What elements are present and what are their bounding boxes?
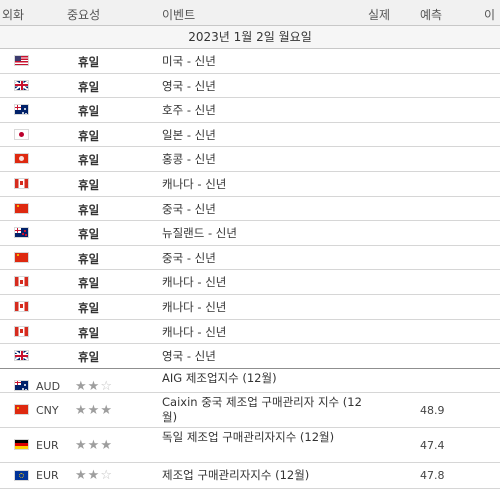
flag-gb-icon (15, 351, 28, 361)
holiday-label: 휴일 (78, 79, 100, 94)
holiday-label: 휴일 (78, 177, 100, 192)
event-name[interactable]: AIG 제조업지수 (12월) (162, 371, 362, 386)
event-name[interactable]: 홍콩 - 신년 (162, 152, 362, 167)
header-importance[interactable]: 중요성 (67, 6, 100, 23)
holiday-label: 휴일 (78, 227, 100, 242)
holiday-label: 휴일 (78, 104, 100, 119)
event-name[interactable]: 캐나다 - 신년 (162, 275, 362, 290)
event-name[interactable]: Caixin 중국 제조업 구매관리자 지수 (12월) (162, 395, 362, 425)
table-row[interactable]: 휴일 중국 - 신년 (0, 246, 500, 271)
table-row[interactable]: CNY ★★★ Caixin 중국 제조업 구매관리자 지수 (12월) 48.9 (0, 393, 500, 429)
forecast-value: 47.4 (420, 439, 445, 453)
star-icon: ★ (75, 438, 88, 454)
table-row[interactable]: 휴일 뉴질랜드 - 신년 (0, 221, 500, 246)
holiday-label: 휴일 (78, 202, 100, 217)
table-row[interactable]: AUD ★★☆ AIG 제조업지수 (12월) (0, 369, 500, 394)
flag-gb-icon (15, 80, 28, 90)
event-name[interactable]: 중국 - 신년 (162, 251, 362, 266)
event-name[interactable]: 독일 제조업 구매관리자지수 (12월) (162, 430, 362, 445)
flag-nz-icon (15, 228, 28, 238)
event-name[interactable]: 영국 - 신년 (162, 349, 362, 364)
star-icon: ★ (87, 403, 101, 419)
table-row[interactable]: 휴일 호주 - 신년 (0, 98, 500, 123)
event-name[interactable]: 캐나다 - 신년 (162, 177, 362, 192)
holiday-label: 휴일 (78, 128, 100, 143)
currency-code: AUD (36, 379, 61, 393)
table-row[interactable]: 휴일 캐나다 - 신년 (0, 295, 500, 320)
currency-code: EUR (36, 469, 59, 483)
holiday-label: 휴일 (78, 325, 100, 340)
event-name[interactable]: 호주 - 신년 (162, 103, 362, 118)
star-icon: ★ (87, 378, 101, 394)
star-icon: ★ (87, 438, 101, 454)
holiday-label: 휴일 (78, 350, 100, 365)
table-row[interactable]: 휴일 영국 - 신년 (0, 344, 500, 369)
table-row[interactable]: 휴일 캐나다 - 신년 (0, 270, 500, 295)
economic-calendar: 외화 중요성 이벤트 실제 예측 이 2023년 1월 2일 월요일 휴일 미국 … (0, 0, 500, 490)
flag-au-icon (15, 380, 28, 390)
table-row[interactable]: 휴일 중국 - 신년 (0, 197, 500, 222)
flag-ca-icon (15, 326, 28, 336)
importance-stars: ★★☆ (75, 379, 113, 394)
star-icon: ★ (100, 438, 113, 454)
importance-stars: ★★★ (75, 438, 113, 453)
event-name[interactable]: 캐나다 - 신년 (162, 300, 362, 315)
flag-cn-icon (15, 405, 28, 415)
event-name[interactable]: 뉴질랜드 - 신년 (162, 226, 362, 241)
holiday-label: 휴일 (78, 276, 100, 291)
table-row[interactable]: 휴일 영국 - 신년 (0, 74, 500, 99)
flag-ca-icon (15, 277, 28, 287)
event-name[interactable]: 영국 - 신년 (162, 79, 362, 94)
flag-cn-icon (15, 203, 28, 213)
header-previous[interactable]: 이 (484, 6, 495, 23)
event-name[interactable]: 중국 - 신년 (162, 202, 362, 217)
table-row[interactable]: 휴일 캐나다 - 신년 (0, 172, 500, 197)
event-name[interactable]: 미국 - 신년 (162, 54, 362, 69)
event-list: 휴일 미국 - 신년 휴일 영국 - 신년 휴일 호주 - 신년 휴일 일본 - 신년 휴일 홍콩… (0, 49, 500, 490)
header-event[interactable]: 이벤트 (162, 6, 195, 23)
table-row[interactable]: 휴일 미국 - 신년 (0, 49, 500, 74)
holiday-label: 휴일 (78, 55, 100, 69)
header-actual[interactable]: 실제 (368, 6, 390, 23)
holiday-label: 휴일 (78, 153, 100, 168)
date-row: 2023년 1월 2일 월요일 (0, 26, 500, 49)
star-icon: ☆ (100, 378, 113, 394)
forecast-value: 48.9 (420, 404, 445, 418)
table-row[interactable]: 휴일 일본 - 신년 (0, 123, 500, 148)
star-icon: ★ (75, 378, 88, 394)
currency-code: EUR (36, 439, 59, 453)
holiday-label: 휴일 (78, 251, 100, 266)
table-header: 외화 중요성 이벤트 실제 예측 이 (0, 0, 500, 26)
flag-ca-icon (15, 178, 28, 188)
header-currency[interactable]: 외화 (2, 6, 24, 23)
table-row[interactable]: 휴일 홍콩 - 신년 (0, 147, 500, 172)
star-icon: ☆ (100, 468, 113, 484)
event-name[interactable]: 캐나다 - 신년 (162, 325, 362, 340)
flag-au-icon (15, 105, 28, 115)
flag-ca-icon (15, 301, 28, 311)
currency-code: CNY (36, 404, 59, 418)
forecast-value: 47.8 (420, 469, 445, 483)
flag-us-icon (15, 56, 28, 65)
importance-stars: ★★☆ (75, 468, 113, 483)
table-row[interactable]: 휴일 캐나다 - 신년 (0, 320, 500, 345)
flag-cn-icon (15, 252, 28, 262)
star-icon: ★ (87, 468, 101, 484)
flag-jp-icon (15, 129, 28, 139)
event-name[interactable]: 제조업 구매관리자지수 (12월) (162, 468, 362, 483)
event-name[interactable]: 일본 - 신년 (162, 128, 362, 143)
flag-eu-icon (15, 471, 28, 481)
importance-stars: ★★★ (75, 403, 113, 418)
holiday-label: 휴일 (78, 300, 100, 315)
table-row[interactable]: EUR ★★★ 독일 제조업 구매관리자지수 (12월) 47.4 (0, 428, 500, 464)
header-forecast[interactable]: 예측 (420, 6, 442, 23)
flag-hk-icon (15, 154, 28, 164)
star-icon: ★ (75, 468, 88, 484)
star-icon: ★ (100, 403, 113, 419)
star-icon: ★ (75, 403, 88, 419)
table-row[interactable]: EUR ★★☆ 제조업 구매관리자지수 (12월) 47.8 (0, 463, 500, 490)
flag-de-icon (15, 440, 28, 450)
